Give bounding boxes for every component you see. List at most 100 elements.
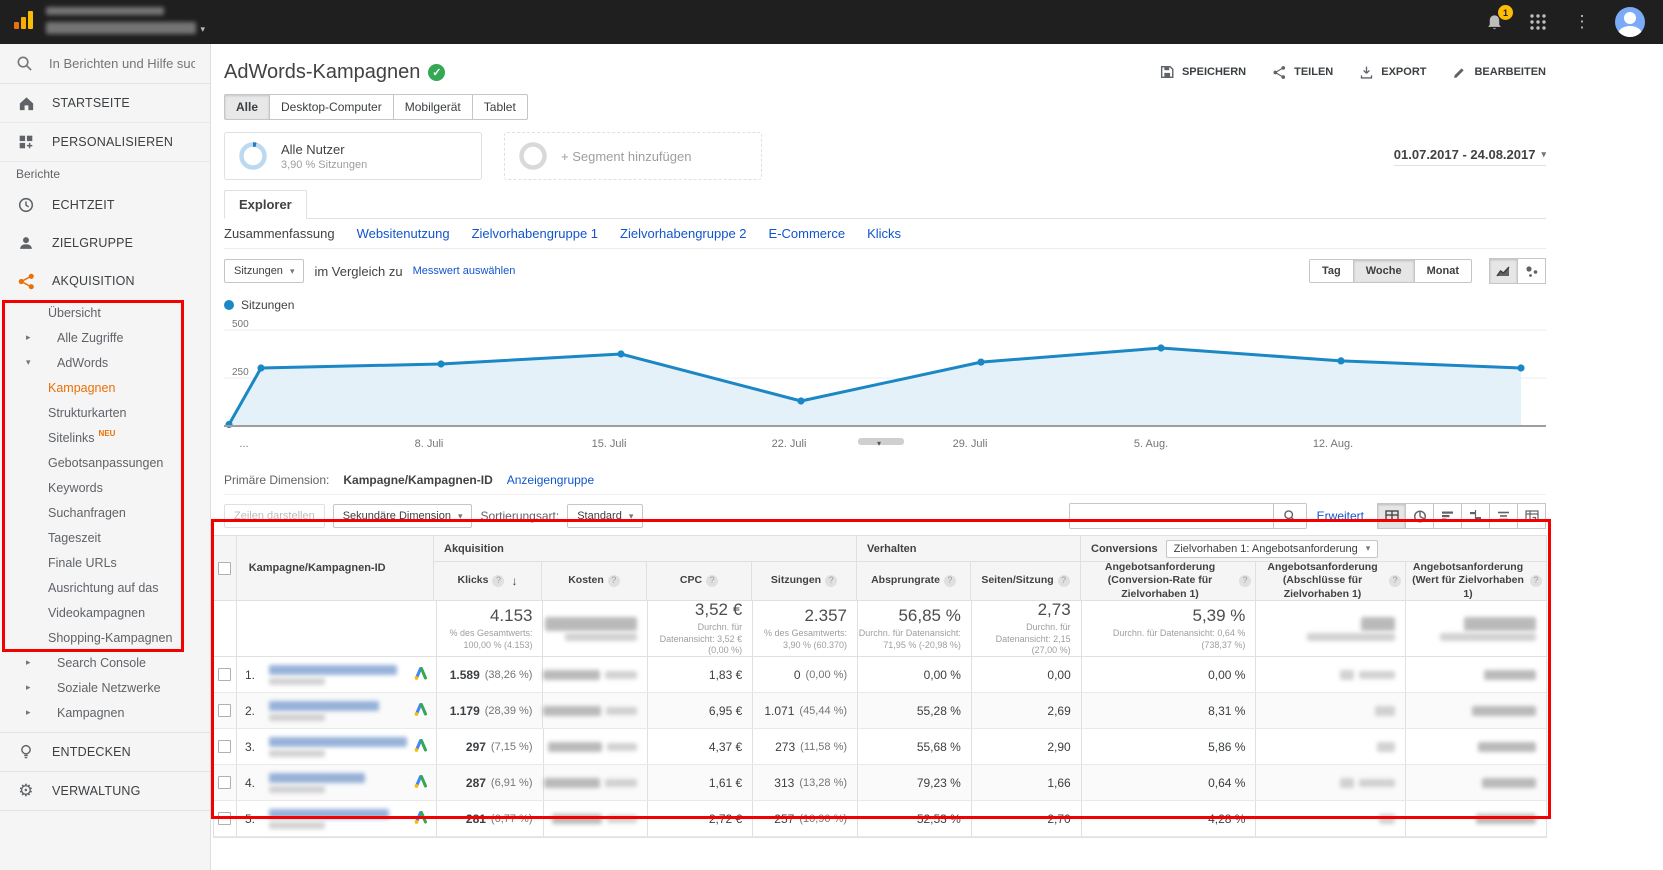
metric-selector[interactable]: Sitzungen ▾ <box>224 259 305 283</box>
help-icon[interactable]: ? <box>943 575 956 587</box>
account-switcher[interactable]: ▾ <box>46 7 205 37</box>
save-button[interactable]: SPEICHERN <box>1159 64 1246 80</box>
sort-type-selector[interactable]: Standard ▾ <box>567 504 644 528</box>
tab-alle[interactable]: Alle <box>224 94 271 120</box>
help-icon[interactable]: ? <box>1389 575 1401 587</box>
subtab-zusammenfassung[interactable]: Zusammenfassung <box>224 226 335 241</box>
granularity-monat[interactable]: Monat <box>1413 259 1472 283</box>
sidebar-item-personalisieren[interactable]: PERSONALISIEREN <box>0 123 210 161</box>
date-range-selector[interactable]: 01.07.2017 - 24.08.2017 ▾ <box>1393 147 1546 166</box>
more-options-button[interactable]: ⋮ <box>1571 11 1593 33</box>
column-header-klicks[interactable]: Klicks? ↓ <box>434 562 541 600</box>
granularity-woche[interactable]: Woche <box>1352 259 1415 283</box>
advanced-link[interactable]: Erweitert <box>1317 509 1364 523</box>
tab-desktop[interactable]: Desktop-Computer <box>269 94 394 120</box>
row-checkbox[interactable] <box>218 740 232 753</box>
row-checkbox[interactable] <box>218 704 232 717</box>
subtab-zielvorhabengruppe-2[interactable]: Zielvorhabengruppe 2 <box>620 226 746 241</box>
share-button[interactable]: TEILEN <box>1272 65 1333 80</box>
notifications-button[interactable]: 1 <box>1483 5 1513 33</box>
google-apps-button[interactable] <box>1527 11 1549 33</box>
sidebar-item-entdecken[interactable]: ENTDECKEN <box>0 733 210 771</box>
search-input[interactable] <box>47 55 197 72</box>
tab-mobilgeraet[interactable]: Mobilgerät <box>392 94 473 120</box>
help-icon[interactable]: ? <box>706 575 719 587</box>
sidebar-item-echtzeit[interactable]: ECHTZEIT <box>0 186 210 224</box>
row-checkbox[interactable] <box>218 668 232 681</box>
help-icon[interactable]: ? <box>607 575 620 587</box>
motion-chart-view-button[interactable] <box>1517 258 1546 284</box>
sidebar-item-uebersicht[interactable]: Übersicht <box>0 300 210 325</box>
sidebar-item-akquisition[interactable]: AKQUISITION <box>0 262 210 300</box>
column-header-kampagne[interactable]: Kampagne/Kampagnen-ID <box>235 536 433 600</box>
column-header-abschluesse[interactable]: Angebotsanforderung (Abschlüsse für Ziel… <box>1255 561 1405 600</box>
subtab-zielvorhabengruppe-1[interactable]: Zielvorhabengruppe 1 <box>472 226 598 241</box>
sidebar-item-adwords[interactable]: ▾ AdWords <box>0 350 210 375</box>
subtab-klicks[interactable]: Klicks <box>867 226 901 241</box>
export-button[interactable]: EXPORT <box>1359 65 1426 80</box>
column-header-seiten-sitzung[interactable]: Seiten/Sitzung? <box>970 562 1080 600</box>
column-header-sitzungen[interactable]: Sitzungen? <box>751 562 856 600</box>
comparison-view-button[interactable] <box>1461 503 1490 529</box>
campaign-link-redacted[interactable] <box>268 772 365 793</box>
performance-view-button[interactable] <box>1433 503 1462 529</box>
sidebar-item-gebotsanpassungen[interactable]: Gebotsanpassungen <box>0 450 210 475</box>
sidebar-item-sitelinks[interactable]: Sitelinks NEU <box>0 425 210 450</box>
edit-button[interactable]: BEARBEITEN <box>1452 65 1546 80</box>
help-icon[interactable]: ? <box>492 575 505 587</box>
sidebar-item-suchanfragen[interactable]: Suchanfragen <box>0 500 210 525</box>
sidebar-item-strukturkarten[interactable]: Strukturkarten <box>0 400 210 425</box>
dimension-kampagne-id[interactable]: Kampagne/Kampagnen-ID <box>343 473 492 487</box>
campaign-link-redacted[interactable] <box>268 736 407 757</box>
column-header-wert[interactable]: Angebotsanforderung (Wert für Zielvorhab… <box>1405 561 1546 600</box>
sessions-line-chart[interactable]: 500 250 <box>224 318 1546 430</box>
table-search-button[interactable] <box>1272 503 1307 529</box>
subtab-ecommerce[interactable]: E-Commerce <box>769 226 846 241</box>
sidebar-item-zielgruppe[interactable]: ZIELGRUPPE <box>0 224 210 262</box>
chart-scrollbar-handle[interactable]: ▾ <box>858 438 904 448</box>
sidebar-item-shopping-kampagnen[interactable]: Shopping-Kampagnen <box>0 625 210 650</box>
plot-rows-button[interactable]: Zeilen darstellen <box>224 504 325 528</box>
granularity-tag[interactable]: Tag <box>1309 259 1354 283</box>
pivot-view-button[interactable] <box>1517 503 1546 529</box>
table-search-input[interactable] <box>1068 503 1274 529</box>
select-metric-link[interactable]: Messwert auswählen <box>413 265 516 277</box>
column-header-conversion-rate[interactable]: Angebotsanforderung (Conversion-Rate für… <box>1080 561 1255 600</box>
tab-tablet[interactable]: Tablet <box>471 94 528 120</box>
sidebar-item-kampagnen-acq[interactable]: ▸ Kampagnen <box>0 700 210 725</box>
conversions-goal-selector[interactable]: Zielvorhaben 1: Angebotsanforderung ▾ <box>1165 539 1379 558</box>
sidebar-item-tageszeit[interactable]: Tageszeit <box>0 525 210 550</box>
sidebar-item-search-console[interactable]: ▸ Search Console <box>0 650 210 675</box>
sidebar-item-videokampagnen[interactable]: Videokampagnen <box>0 600 210 625</box>
subtab-websitenutzung[interactable]: Websitenutzung <box>357 226 450 241</box>
sidebar-search[interactable] <box>0 44 210 84</box>
sidebar-item-kampagnen[interactable]: Kampagnen <box>0 375 210 400</box>
column-header-absprungrate[interactable]: Absprungrate? <box>856 562 970 600</box>
sidebar-item-finale-urls[interactable]: Finale URLs <box>0 550 210 575</box>
campaign-link-redacted[interactable] <box>268 700 379 721</box>
data-view-button[interactable] <box>1377 503 1406 529</box>
column-header-kosten[interactable]: Kosten? <box>541 562 646 600</box>
tab-explorer[interactable]: Explorer <box>224 190 307 219</box>
sidebar-item-keywords[interactable]: Keywords <box>0 475 210 500</box>
help-icon[interactable]: ? <box>1057 575 1070 587</box>
select-all-checkbox[interactable] <box>218 561 232 575</box>
sidebar-item-ausrichtung[interactable]: Ausrichtung auf das <box>0 575 210 600</box>
row-checkbox[interactable] <box>218 812 232 825</box>
percentage-view-button[interactable] <box>1405 503 1434 529</box>
row-checkbox[interactable] <box>218 776 232 789</box>
help-icon[interactable]: ? <box>1530 575 1542 587</box>
sidebar-item-alle-zugriffe[interactable]: ▸ Alle Zugriffe <box>0 325 210 350</box>
term-cloud-view-button[interactable] <box>1489 503 1518 529</box>
dimension-anzeigengruppe-link[interactable]: Anzeigengruppe <box>507 473 594 487</box>
sidebar-item-soziale-netzwerke[interactable]: ▸ Soziale Netzwerke <box>0 675 210 700</box>
campaign-link-redacted[interactable] <box>268 664 397 685</box>
user-avatar[interactable] <box>1615 7 1645 37</box>
secondary-dimension-button[interactable]: Sekundäre Dimension ▾ <box>332 504 473 528</box>
column-header-cpc[interactable]: CPC? <box>646 562 751 600</box>
add-segment-button[interactable]: + Segment hinzufügen <box>504 132 762 180</box>
sidebar-item-verwaltung[interactable]: ⚙ VERWALTUNG <box>0 772 210 810</box>
campaign-link-redacted[interactable] <box>268 808 389 829</box>
help-icon[interactable]: ? <box>1239 575 1251 587</box>
sidebar-item-startseite[interactable]: STARTSEITE <box>0 84 210 122</box>
